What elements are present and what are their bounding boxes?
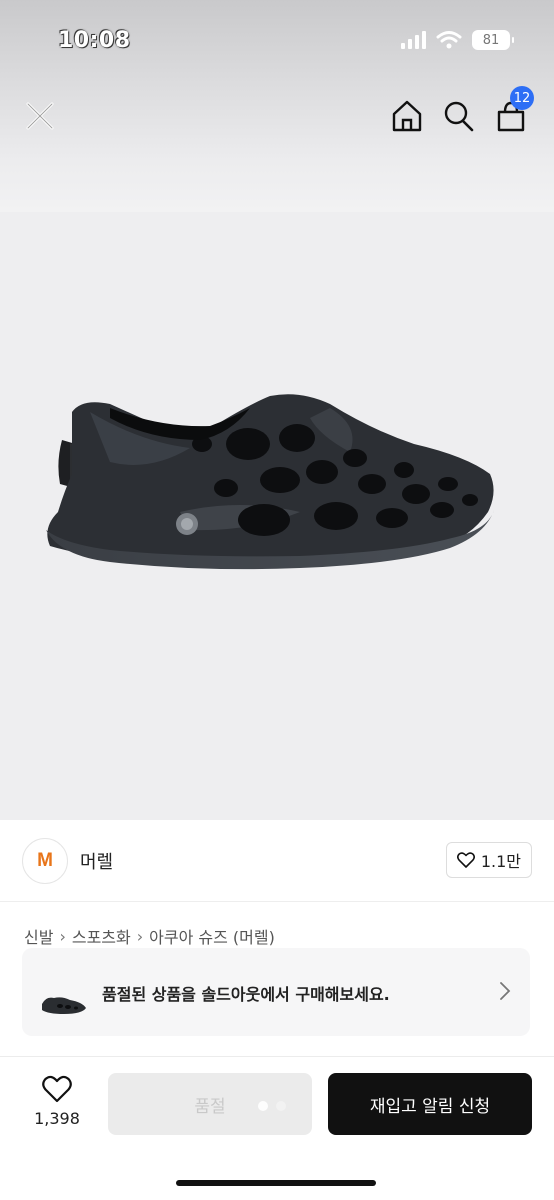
breadcrumb-item[interactable]: 신발 <box>24 924 53 948</box>
home-icon[interactable] <box>390 98 424 134</box>
cart-count-badge: 12 <box>510 86 534 110</box>
top-nav: 12 <box>0 84 554 212</box>
chevron-right-icon: › <box>136 926 144 946</box>
battery-indicator: 81 <box>472 30 514 50</box>
brand-row[interactable]: M 머렐 1.1만 <box>0 820 554 902</box>
close-icon[interactable] <box>22 98 58 134</box>
status-time: 10:08 <box>58 28 131 53</box>
pager-dot <box>276 1101 286 1111</box>
chevron-right-icon: › <box>59 926 66 946</box>
brand-like-button[interactable]: 1.1만 <box>445 842 532 878</box>
chevron-right-icon <box>500 982 511 1000</box>
brand-like-count: 1.1만 <box>480 852 521 871</box>
heart-icon <box>42 1075 72 1103</box>
favorite-button[interactable]: 1,398 <box>30 1075 84 1128</box>
heart-icon <box>456 852 475 868</box>
soldout-banner[interactable]: 품절된 상품을 솔드아웃에서 구매해보세요. <box>22 948 530 1036</box>
soldout-banner-text: 품절된 상품을 솔드아웃에서 구매해보세요. <box>102 985 390 1004</box>
brand-name[interactable]: 머렐 <box>80 848 113 874</box>
brand-logo: M <box>22 838 68 884</box>
shoe-thumbnail <box>42 997 86 1014</box>
pager-dot-active <box>258 1101 268 1111</box>
breadcrumb: 신발 › 스포츠화 › 아쿠아 슈즈 (머렐) <box>24 924 275 948</box>
shoe-image <box>46 394 494 570</box>
breadcrumb-item[interactable]: 스포츠화 <box>72 924 131 948</box>
image-pager <box>258 1101 286 1111</box>
wifi-icon <box>436 31 462 49</box>
signal-icon <box>401 31 426 49</box>
product-image[interactable] <box>0 212 554 820</box>
restock-alert-button[interactable]: 재입고 알림 신청 <box>328 1073 532 1135</box>
status-icons: 81 <box>401 30 514 50</box>
search-icon[interactable] <box>442 98 476 134</box>
status-bar: 10:08 81 <box>0 0 554 84</box>
breadcrumb-item[interactable]: 아쿠아 슈즈 (머렐) <box>149 924 275 948</box>
bottom-action-bar: 1,398 품절 재입고 알림 신청 <box>0 1056 554 1200</box>
cart-button[interactable]: 12 <box>494 86 534 134</box>
favorite-count: 1,398 <box>34 1109 80 1128</box>
home-indicator <box>176 1180 376 1186</box>
header-actions: 12 <box>390 86 534 134</box>
